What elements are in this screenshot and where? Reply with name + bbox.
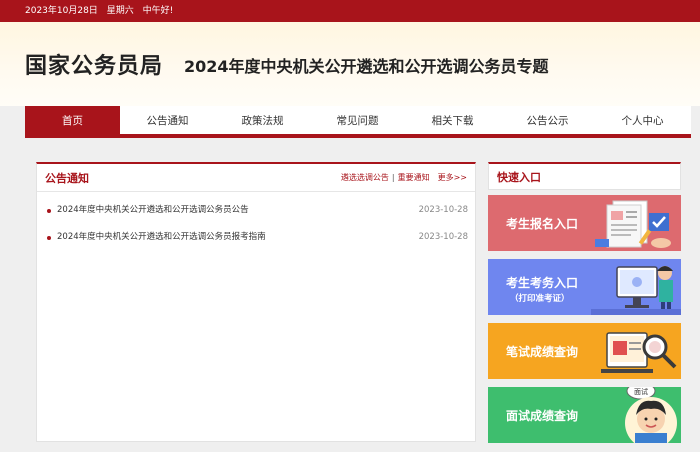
selection-notice-link[interactable]: 遴选选调公告 (341, 173, 389, 182)
interview-score-query-label: 面试成绩查询 (506, 409, 579, 423)
registration-entry-label: 考生报名入口 (506, 217, 579, 231)
main-nav: 首页 公告通知 政策法规 常见问题 相关下载 公告公示 个人中心 (25, 106, 691, 138)
quick-entry-header: 快速入口 (488, 162, 681, 190)
registration-form-icon (595, 200, 671, 248)
nav-faq[interactable]: 常见问题 (310, 106, 405, 134)
important-notice-link[interactable]: 重要通知 (398, 173, 430, 182)
notice-item[interactable]: 2024年度中央机关公开遴选和公开选调公务员公告 2023-10-28 (45, 197, 468, 224)
nav-downloads[interactable]: 相关下载 (405, 106, 500, 134)
nav-notices[interactable]: 公告通知 (120, 106, 215, 134)
interview-badge: 面试 (634, 387, 648, 396)
notice-panel-links: 遴选选调公告 | 重要通知 更多>> (341, 172, 467, 183)
site-header: 国家公务员局 2024年度中央机关公开遴选和公开选调公务员专题 (0, 22, 700, 106)
interviewee-icon: 面试 (625, 387, 677, 443)
nav-personal-center[interactable]: 个人中心 (595, 106, 690, 134)
registration-entry-button[interactable]: 考生报名入口 (488, 195, 681, 251)
notice-panel-header: 公告通知 遴选选调公告 | 重要通知 更多>> (37, 164, 475, 192)
nav-policies[interactable]: 政策法规 (215, 106, 310, 134)
notice-panel-title: 公告通知 (45, 172, 89, 185)
notice-item[interactable]: 2024年度中央机关公开遴选和公开选调公务员报考指南 2023-10-28 (45, 224, 468, 251)
computer-user-icon (591, 266, 681, 315)
nav-announcements[interactable]: 公告公示 (500, 106, 595, 134)
quick-entry-title: 快速入口 (497, 171, 541, 184)
exam-affairs-entry-button[interactable]: 考生考务入口 （打印准考证） (488, 259, 681, 315)
notice-date: 2023-10-28 (418, 205, 468, 215)
link-separator: | (391, 173, 395, 182)
top-bar: 2023年10月28日 星期六 中午好! (0, 0, 700, 22)
more-link[interactable]: 更多>> (438, 173, 467, 182)
exam-affairs-entry-label: 考生考务入口 (506, 276, 579, 290)
topic-title: 2024年度中央机关公开遴选和公开选调公务员专题 (184, 57, 549, 76)
current-date: 2023年10月28日 (25, 6, 98, 16)
interview-score-query-button[interactable]: 面试成绩查询 面试 (488, 387, 681, 443)
current-weekday: 星期六 (106, 6, 134, 16)
notice-title[interactable]: 2024年度中央机关公开遴选和公开选调公务员报考指南 (57, 232, 266, 242)
greeting: 中午好! (142, 6, 174, 16)
notice-list: 2024年度中央机关公开遴选和公开选调公务员公告 2023-10-28 2024… (37, 192, 475, 251)
exam-affairs-entry-sub: （打印准考证） (510, 294, 570, 304)
written-score-query-label: 笔试成绩查询 (506, 345, 579, 359)
magnifier-icon (601, 332, 677, 373)
nav-home[interactable]: 首页 (25, 106, 120, 134)
site-name[interactable]: 国家公务员局 (25, 48, 163, 80)
notice-panel: 公告通知 遴选选调公告 | 重要通知 更多>> 2024年度中央机关公开遴选和公开选调… (36, 162, 476, 442)
notice-title[interactable]: 2024年度中央机关公开遴选和公开选调公务员公告 (57, 205, 249, 215)
written-score-query-button[interactable]: 笔试成绩查询 (488, 323, 681, 379)
notice-date: 2023-10-28 (418, 232, 468, 242)
